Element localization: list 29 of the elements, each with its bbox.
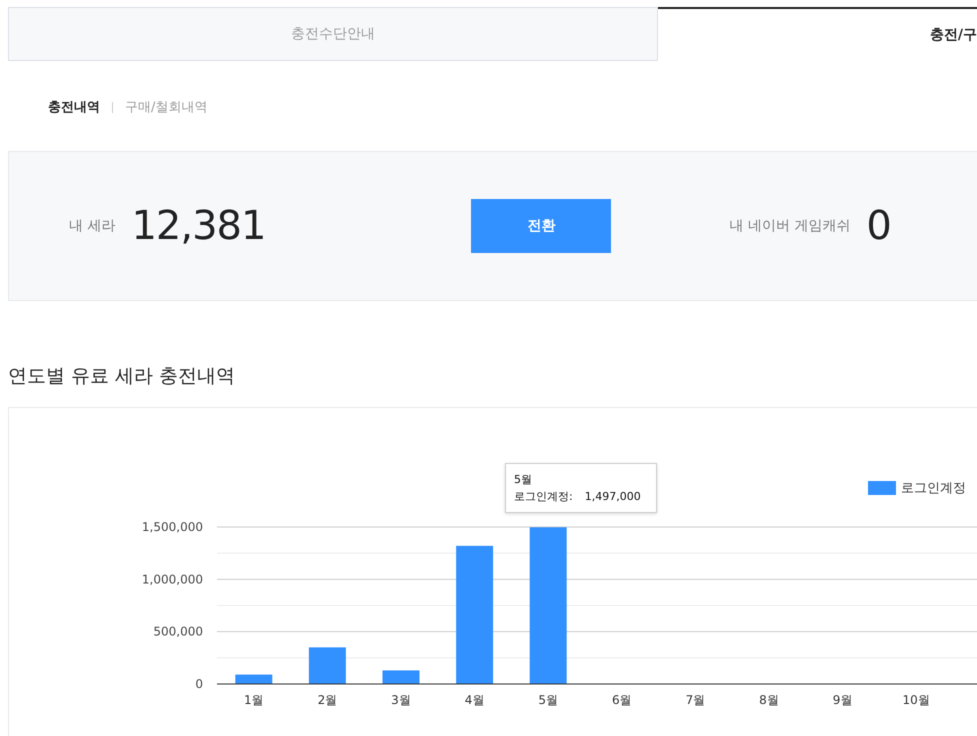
legend-label: 로그인계정 xyxy=(901,480,966,497)
sub-tab[interactable]: 구매/철회내역 xyxy=(125,98,208,116)
section-title: 연도별 유료 세라 충전내역 xyxy=(8,364,236,389)
y-tick-label: 500,000 xyxy=(153,624,203,639)
tooltip-value: 1,497,000 xyxy=(584,489,641,505)
y-tick-label: 0 xyxy=(195,677,203,691)
cash-label: 내 네이버 게임캐쉬 xyxy=(729,217,850,235)
tooltip-title: 5월 xyxy=(514,472,532,488)
x-tick-label: 5월 xyxy=(538,693,558,707)
x-tick-label: 3월 xyxy=(391,693,411,707)
x-tick-label: 10월 xyxy=(902,693,930,707)
convert-button[interactable]: 전환 xyxy=(471,199,612,253)
x-tick-label: 4월 xyxy=(464,693,484,707)
x-tick-label: 8월 xyxy=(759,693,779,707)
y-tick-label: 1,500,000 xyxy=(142,520,203,534)
tooltip-label: 로그인계정: xyxy=(514,489,573,505)
x-tick-label: 7월 xyxy=(686,693,706,707)
sera-label: 내 세라 xyxy=(69,217,116,235)
x-tick-label: 9월 xyxy=(832,693,852,707)
cash-value: 0 xyxy=(866,203,891,249)
x-tick-label: 6월 xyxy=(612,693,632,707)
tab[interactable]: 충전수단안내 xyxy=(8,7,658,61)
x-tick-label: 2월 xyxy=(318,693,338,707)
bar[interactable] xyxy=(382,670,420,684)
legend-swatch xyxy=(868,481,896,495)
x-tick-label: 1월 xyxy=(244,693,264,707)
sera-value: 12,381 xyxy=(131,203,266,249)
sub-tab[interactable]: 충전내역 xyxy=(48,98,100,116)
y-tick-label: 1,000,000 xyxy=(142,572,203,586)
